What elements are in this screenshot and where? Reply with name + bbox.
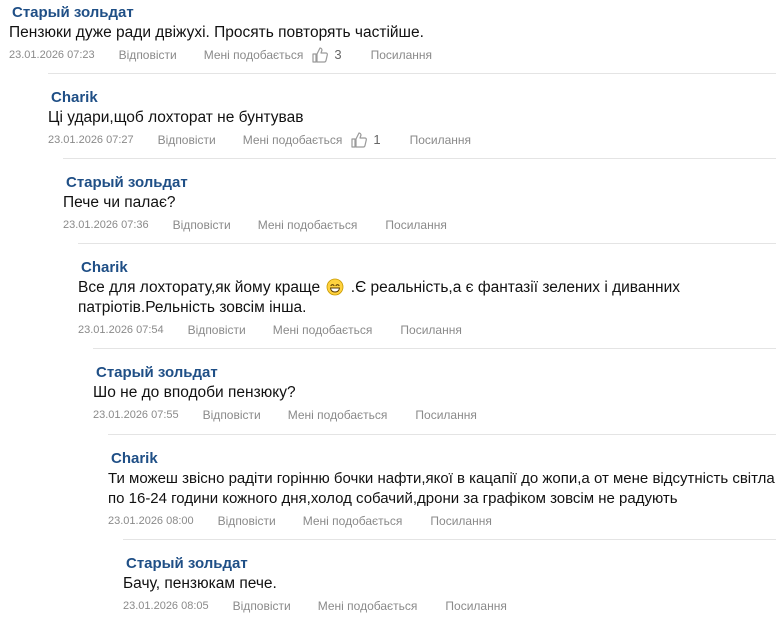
- permalink-link[interactable]: Посилання: [385, 217, 446, 233]
- reply-link[interactable]: Відповісти: [218, 513, 276, 529]
- smiling-face-icon: [326, 278, 344, 296]
- comment-meta: 23.01.2026 07:36 Відповісти Мені подобає…: [63, 216, 776, 234]
- like-link[interactable]: Мені подобається: [243, 132, 343, 148]
- like-link[interactable]: Мені подобається: [318, 598, 418, 614]
- comment-text: Пензюки дуже ради двіжухі. Просять повто…: [9, 24, 424, 41]
- reply-link[interactable]: Відповісти: [119, 47, 177, 63]
- like-link[interactable]: Мені подобається: [303, 513, 403, 529]
- permalink-link[interactable]: Посилання: [400, 322, 461, 338]
- comment-text: Шо не до вподоби пензюку?: [93, 384, 296, 401]
- comment-author[interactable]: Charik: [81, 259, 128, 277]
- comment: Старый зольдат Шо не до вподоби пензюку?…: [93, 348, 776, 424]
- permalink-link[interactable]: Посилання: [371, 47, 432, 63]
- comment-meta: 23.01.2026 07:27 Відповісти Мені подобає…: [48, 131, 776, 149]
- comment-author[interactable]: Старый зольдат: [12, 4, 134, 22]
- comment: Старый зольдат Пече чи палає? 23.01.2026…: [63, 158, 776, 234]
- comment-date: 23.01.2026 07:55: [93, 409, 179, 421]
- comment-meta: 23.01.2026 07:23 Відповісти Мені подобає…: [9, 46, 776, 64]
- reply-link[interactable]: Відповісти: [233, 598, 291, 614]
- thumbs-up-icon[interactable]: [350, 131, 368, 149]
- comment-meta: 23.01.2026 07:54 Відповісти Мені подобає…: [78, 321, 776, 339]
- comment-date: 23.01.2026 07:27: [48, 134, 134, 146]
- like-link[interactable]: Мені подобається: [258, 217, 358, 233]
- comment-date: 23.01.2026 08:00: [108, 515, 194, 527]
- reply-link[interactable]: Відповісти: [188, 322, 246, 338]
- reply-link[interactable]: Відповісти: [173, 217, 231, 233]
- comment-text: Все для лохторату,як йому краще .Є реаль…: [78, 278, 776, 318]
- like-count: 3: [334, 47, 342, 62]
- comment-date: 23.01.2026 07:54: [78, 324, 164, 336]
- comment-text: Ти можеш звісно радіти горінню бочки наф…: [108, 470, 775, 507]
- comment: Charik Ці удари,щоб лохторат не бунтував…: [48, 73, 776, 149]
- like-link[interactable]: Мені подобається: [288, 407, 388, 423]
- comment-text: Бачу, пензюкам пече.: [123, 575, 277, 592]
- comment-date: 23.01.2026 07:23: [9, 49, 95, 61]
- permalink-link[interactable]: Посилання: [430, 513, 491, 529]
- permalink-link[interactable]: Посилання: [445, 598, 506, 614]
- thumbs-up-icon[interactable]: [311, 46, 329, 64]
- comment-author[interactable]: Charik: [111, 450, 158, 468]
- reply-link[interactable]: Відповісти: [158, 132, 216, 148]
- comment-text: Пече чи палає?: [63, 194, 176, 211]
- comment-author[interactable]: Старый зольдат: [126, 555, 248, 573]
- permalink-link[interactable]: Посилання: [415, 407, 476, 423]
- comment: Charik Все для лохторату,як йому краще .…: [78, 243, 776, 339]
- comment-date: 23.01.2026 08:05: [123, 600, 209, 612]
- comment-author[interactable]: Старый зольдат: [66, 174, 188, 192]
- comment: Старый зольдат Пензюки дуже ради двіжухі…: [9, 4, 776, 64]
- comment-text-part: Все для лохторату,як йому краще: [78, 279, 321, 296]
- comment-date: 23.01.2026 07:36: [63, 219, 149, 231]
- comment-author[interactable]: Старый зольдат: [96, 364, 218, 382]
- permalink-link[interactable]: Посилання: [410, 132, 471, 148]
- reply-link[interactable]: Відповісти: [203, 407, 261, 423]
- comment-author[interactable]: Charik: [51, 89, 98, 107]
- comment: Старый зольдат Бачу, пензюкам пече. 23.0…: [123, 539, 776, 615]
- comment-thread: Старый зольдат Пензюки дуже ради двіжухі…: [0, 0, 778, 623]
- like-link[interactable]: Мені подобається: [204, 47, 304, 63]
- comment-meta: 23.01.2026 08:05 Відповісти Мені подобає…: [123, 597, 776, 615]
- like-link[interactable]: Мені подобається: [273, 322, 373, 338]
- like-count: 1: [373, 132, 381, 147]
- comment-meta: 23.01.2026 08:00 Відповісти Мені подобає…: [108, 512, 776, 530]
- comment-text: Ці удари,щоб лохторат не бунтував: [48, 109, 304, 126]
- comment-meta: 23.01.2026 07:55 Відповісти Мені подобає…: [93, 406, 776, 424]
- comment: Charik Ти можеш звісно радіти горінню бо…: [108, 434, 776, 530]
